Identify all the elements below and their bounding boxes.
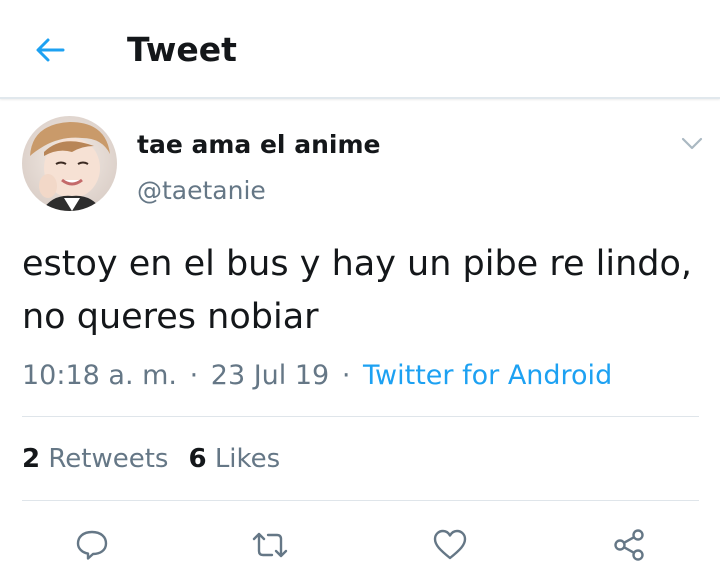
meta-separator: · bbox=[341, 360, 351, 391]
retweet-icon bbox=[252, 532, 288, 558]
share-button[interactable] bbox=[607, 523, 651, 567]
retweets-label: Retweets bbox=[48, 444, 169, 474]
heart-icon bbox=[433, 529, 467, 560]
avatar[interactable] bbox=[22, 116, 117, 211]
divider bbox=[22, 500, 699, 501]
back-button[interactable] bbox=[28, 30, 72, 70]
chevron-down-icon bbox=[681, 137, 703, 150]
tweet-time: 10:18 a. m. bbox=[22, 360, 177, 391]
share-icon bbox=[614, 529, 644, 561]
likes-stat[interactable]: 6 Likes bbox=[188, 444, 280, 474]
tweet-date: 23 Jul 19 bbox=[210, 360, 330, 391]
arrow-left-icon bbox=[36, 38, 65, 62]
avatar-image bbox=[22, 116, 117, 211]
tweet-stats: 2 Retweets 6 Likes bbox=[22, 442, 280, 476]
tweet-meta: 10:18 a. m. · 23 Jul 19 · Twitter for An… bbox=[22, 358, 612, 394]
top-app-bar: Tweet bbox=[0, 0, 720, 99]
retweets-count: 2 bbox=[22, 444, 41, 474]
divider bbox=[22, 416, 699, 417]
tweet-action-bar bbox=[0, 515, 720, 571]
reply-icon bbox=[76, 530, 108, 560]
like-button[interactable] bbox=[428, 523, 472, 567]
retweet-button[interactable] bbox=[248, 523, 292, 567]
tweet-options-button[interactable] bbox=[676, 128, 708, 160]
reply-button[interactable] bbox=[70, 523, 114, 567]
author-handle[interactable]: @taetanie bbox=[137, 175, 266, 207]
author-display-name[interactable]: tae ama el anime bbox=[137, 129, 380, 161]
retweets-stat[interactable]: 2 Retweets bbox=[22, 444, 168, 474]
tweet-source-link[interactable]: Twitter for Android bbox=[363, 360, 612, 391]
likes-count: 6 bbox=[188, 444, 207, 474]
page-title: Tweet bbox=[127, 30, 237, 69]
tweet-text: estoy en el bus y hay un pibe re lindo, … bbox=[22, 244, 693, 337]
meta-separator: · bbox=[189, 360, 199, 391]
likes-label: Likes bbox=[214, 444, 281, 474]
